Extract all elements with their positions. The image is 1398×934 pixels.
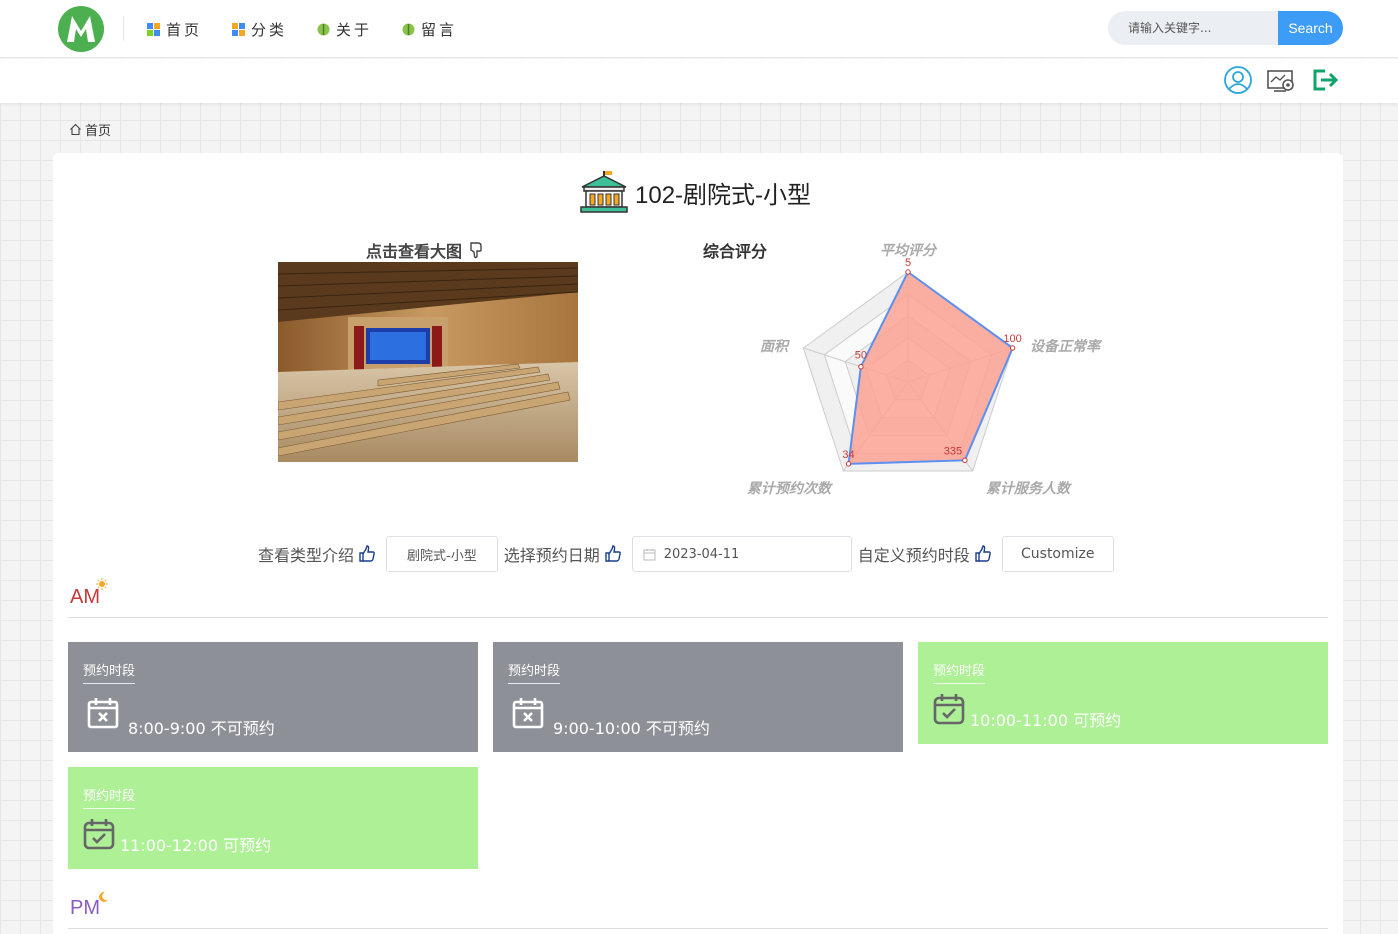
top-navbar: 首页 分类 关于 留言 Search	[0, 0, 1398, 58]
radar-point	[905, 269, 911, 275]
pointing-hand-icon	[605, 545, 621, 562]
home-icon	[70, 123, 81, 136]
nav-item-about[interactable]: 关于	[317, 18, 372, 40]
date-label: 选择预约日期	[504, 542, 622, 566]
radar-point	[1009, 345, 1016, 351]
nav-item-message[interactable]: 留言	[402, 18, 457, 40]
search-bar: Search	[1108, 11, 1343, 45]
radar-indicator-label: 累计预约次数	[747, 480, 833, 497]
breadcrumb: 首页	[69, 120, 111, 139]
time-slot-card[interactable]: 预约时段 8:00-9:00 不可预约	[68, 642, 478, 752]
date-picker[interactable]: 2023-04-11	[631, 536, 852, 572]
nav-item-home[interactable]: 首页	[147, 18, 202, 40]
room-title-text: 102-剧院式-小型	[635, 181, 812, 209]
nav-label-home: 首页	[166, 20, 203, 39]
customize-button[interactable]: Customize	[1001, 536, 1114, 572]
radar-point	[962, 457, 968, 464]
radar-point	[858, 364, 864, 370]
radar-indicator-label: 平均评分	[880, 242, 938, 259]
image-title-text: 点击查看大图	[366, 242, 463, 261]
breadcrumb-home[interactable]: 首页	[85, 120, 111, 139]
pm-divider	[68, 928, 1328, 929]
slot-head: 预约时段	[83, 660, 136, 684]
radar-indicator-label: 面积	[760, 339, 790, 355]
category-icon	[232, 22, 246, 36]
time-slot-card[interactable]: 预约时段 10:00-11:00 可预约	[918, 642, 1328, 744]
type-intro-label-text: 查看类型介绍	[258, 546, 355, 565]
pm-label-text: PM	[70, 897, 100, 919]
time-slot-card[interactable]: 预约时段 9:00-10:00 不可预约	[493, 642, 903, 752]
slot-text: 11:00-12:00 可预约	[120, 836, 272, 855]
slot-head: 预约时段	[933, 660, 986, 684]
radar-value-label: 100	[1003, 333, 1021, 345]
pointing-hand-icon	[975, 545, 991, 562]
user-icon[interactable]	[1223, 65, 1253, 95]
building-icon	[580, 171, 628, 213]
calendar-x-icon	[87, 698, 119, 729]
date-label-text: 选择预约日期	[503, 546, 600, 565]
radar-point	[845, 461, 852, 467]
room-photo[interactable]	[278, 262, 578, 462]
pointing-hand-icon	[359, 545, 375, 562]
logo-divider	[123, 17, 124, 41]
room-title: 102-剧院式-小型	[579, 171, 811, 213]
thumb-down-icon	[470, 242, 482, 259]
nav-label-message: 留言	[421, 20, 458, 39]
user-toolbar	[0, 59, 1398, 103]
custom-label: 自定义预约时段	[858, 542, 992, 566]
calendar-check-icon	[933, 694, 965, 725]
leaf-icon	[317, 23, 330, 35]
nav-item-category[interactable]: 分类	[232, 18, 287, 40]
search-input[interactable]	[1108, 11, 1280, 45]
calendar-icon	[643, 548, 656, 560]
settings-monitor-icon[interactable]	[1266, 65, 1296, 95]
radar-indicator-label: 累计服务人数	[986, 480, 1072, 497]
search-button[interactable]: Search	[1278, 11, 1343, 45]
nav-label-category: 分类	[251, 20, 288, 39]
custom-label-text: 自定义预约时段	[857, 546, 970, 565]
type-intro-label: 查看类型介绍	[258, 542, 376, 566]
radar-value-label: 34	[842, 449, 854, 461]
am-divider	[68, 617, 1328, 618]
radar-value-label: 335	[944, 445, 962, 457]
radar-chart: 51003353450平均评分设备正常率累计服务人数累计预约次数面积	[747, 242, 1103, 497]
calendar-x-icon	[512, 698, 544, 729]
site-logo[interactable]	[57, 5, 105, 53]
slot-text: 9:00-10:00 不可预约	[553, 719, 710, 738]
date-value: 2023-04-11	[663, 546, 740, 562]
radar-indicator-label: 设备正常率	[1030, 338, 1103, 355]
grid-icon	[147, 22, 160, 36]
image-title: 点击查看大图	[366, 238, 484, 262]
slot-text: 8:00-9:00 不可预约	[128, 719, 275, 738]
controls-row: 查看类型介绍 剧院式-小型 选择预约日期 2023-04-11 自定义预约时段 …	[258, 536, 1114, 572]
am-label: AM	[70, 578, 108, 609]
moon-icon	[99, 891, 108, 902]
room-type-button[interactable]: 剧院式-小型	[386, 536, 498, 572]
main-nav: 首页 分类 关于 留言	[147, 18, 487, 40]
slot-text: 10:00-11:00 可预约	[970, 711, 1122, 730]
pm-label: PM	[70, 891, 108, 920]
slot-head: 预约时段	[508, 660, 561, 684]
calendar-check-icon	[83, 819, 115, 850]
radar-value-label: 50	[855, 350, 867, 362]
sun-icon	[96, 578, 108, 590]
time-slot-card[interactable]: 预约时段 11:00-12:00 可预约	[68, 767, 478, 869]
leaf-icon	[402, 23, 415, 35]
nav-label-about: 关于	[336, 20, 373, 39]
slot-head: 预约时段	[83, 785, 136, 809]
logout-icon[interactable]	[1310, 65, 1340, 95]
